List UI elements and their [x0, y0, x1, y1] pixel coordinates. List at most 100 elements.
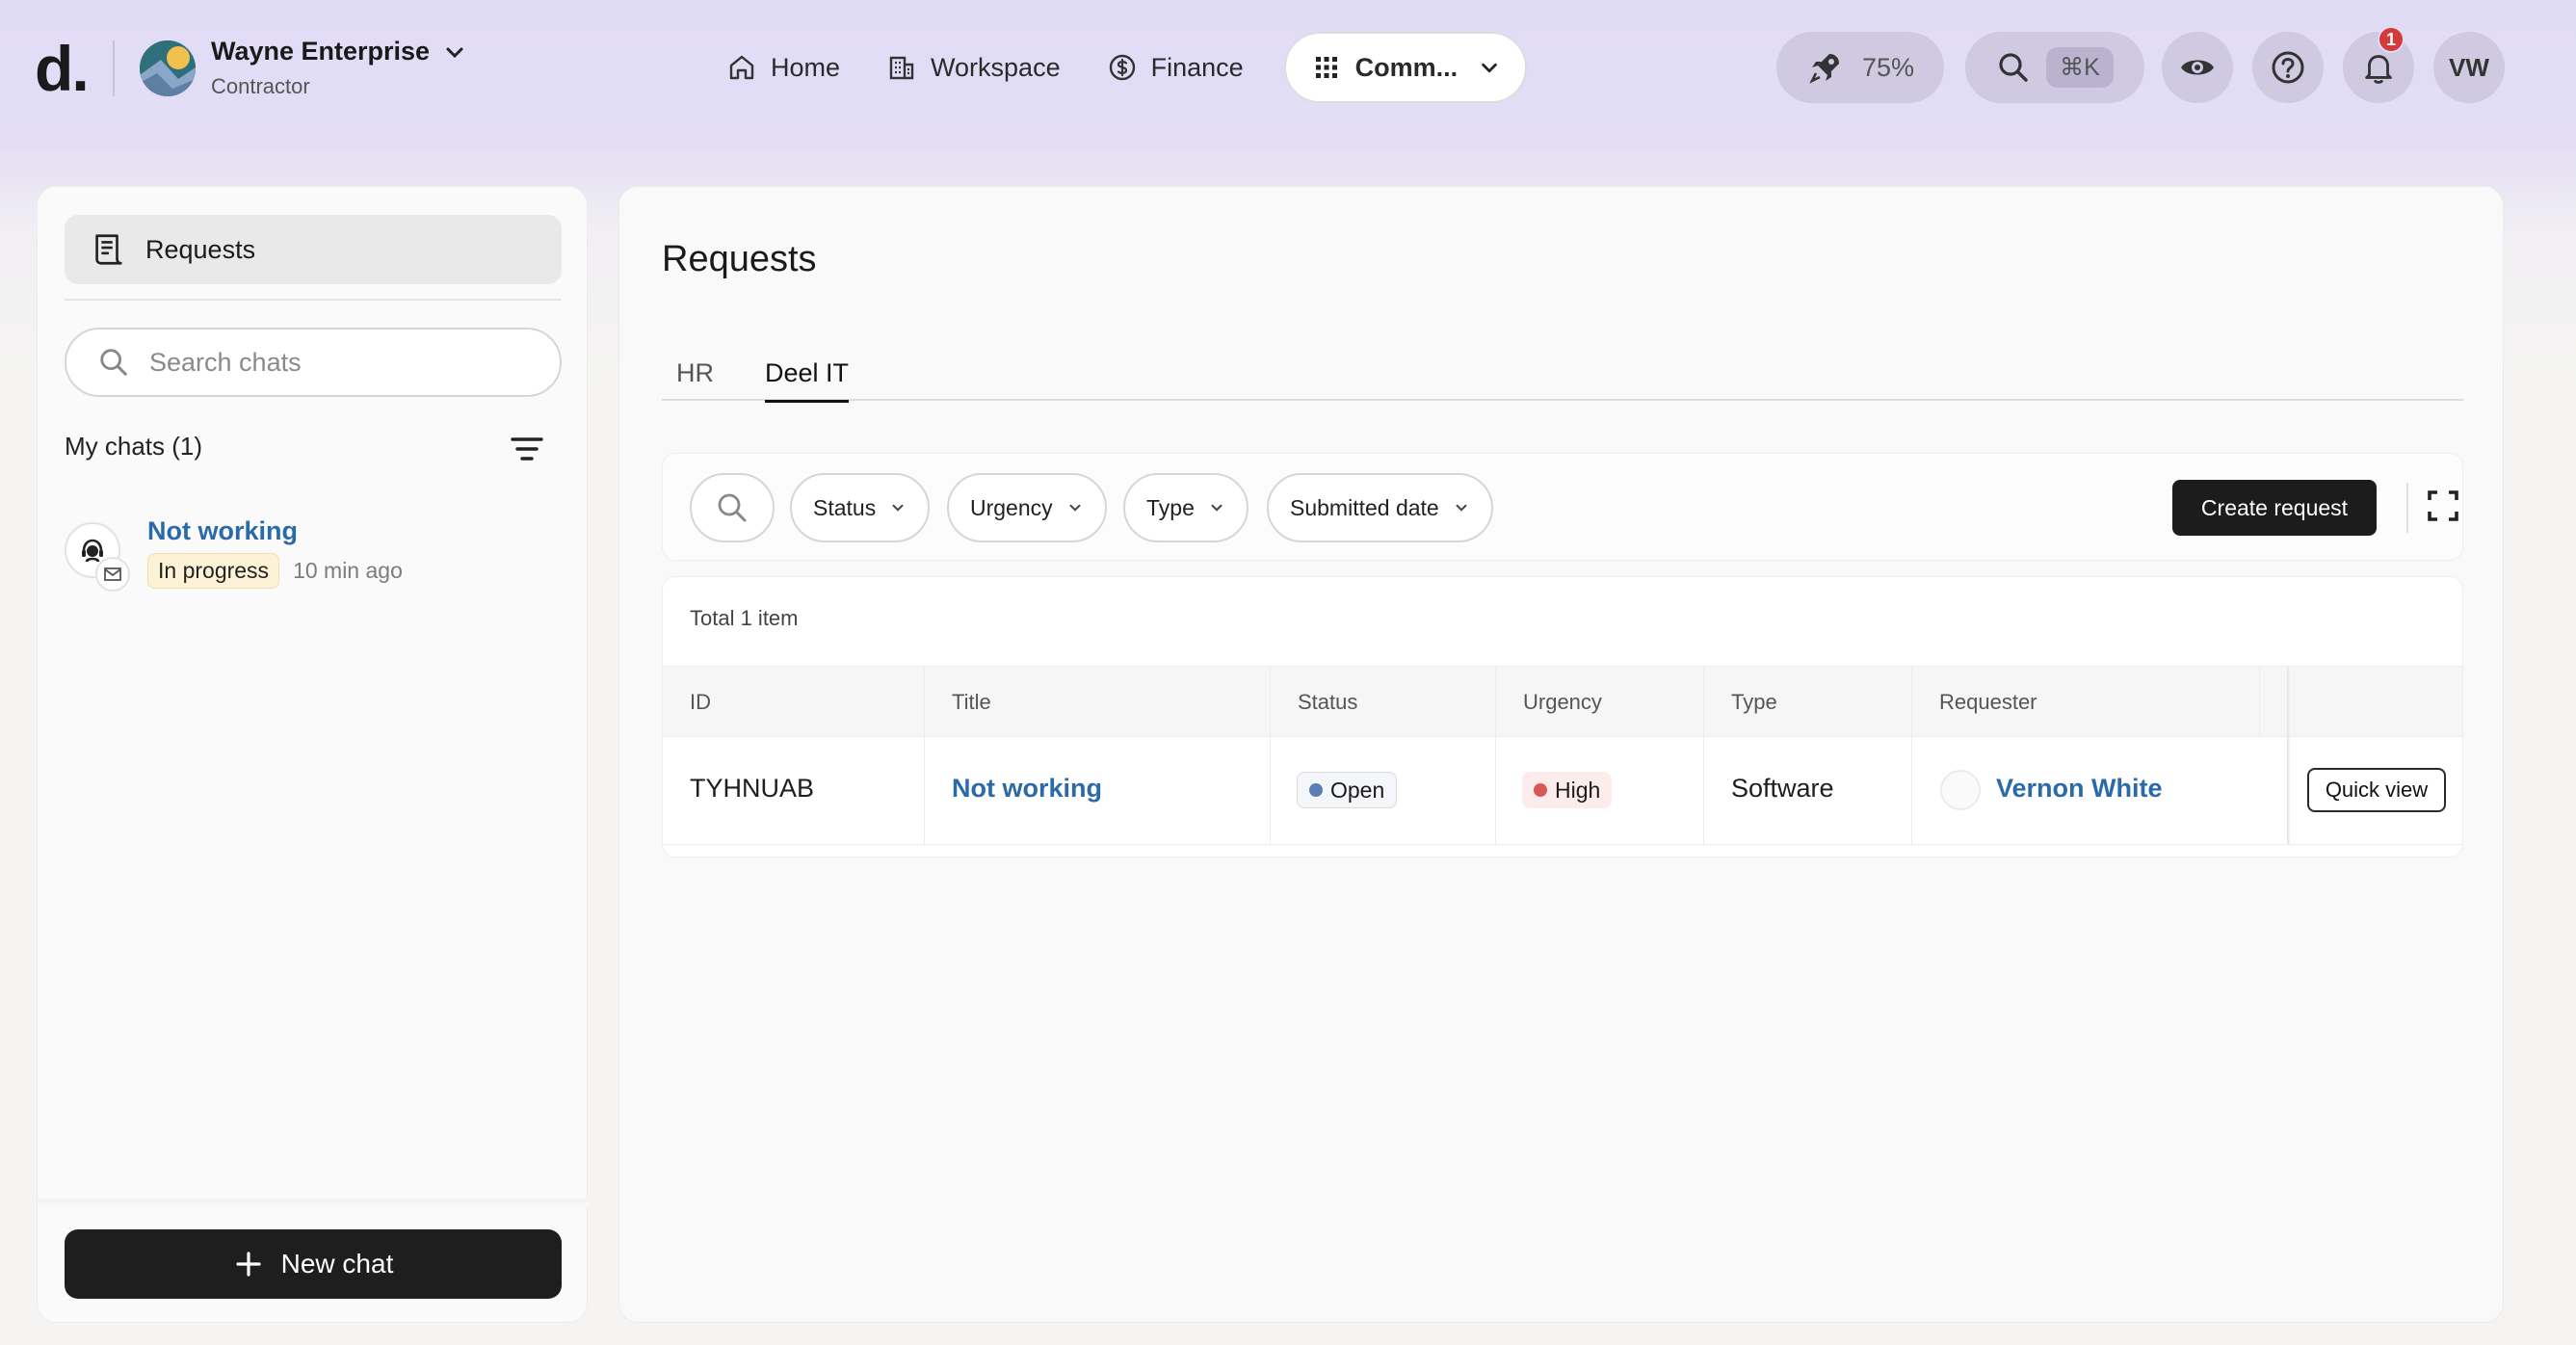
new-chat-button[interactable]: New chat — [65, 1229, 562, 1299]
quick-view-button[interactable]: Quick view — [2307, 768, 2446, 812]
column-header-id[interactable]: ID — [690, 690, 711, 715]
home-icon — [729, 55, 754, 80]
logo-divider — [113, 40, 115, 96]
org-name: Wayne Enterprise — [211, 37, 431, 66]
chat-status-badge: In progress — [147, 553, 280, 589]
help-button[interactable] — [2252, 32, 2324, 103]
search-icon — [718, 493, 747, 522]
column-header-title[interactable]: Title — [952, 690, 991, 715]
nav-finance-label: Finance — [1150, 52, 1244, 82]
chat-search-box[interactable] — [65, 328, 562, 397]
column-header-requester[interactable]: Requester — [1939, 690, 2037, 715]
chevron-down-icon — [1211, 504, 1222, 512]
org-role: Contractor — [211, 74, 310, 98]
notifications-badge: 1 — [2378, 26, 2405, 53]
nav-finance[interactable]: Finance — [1084, 32, 1267, 103]
rocket-icon — [1809, 54, 1839, 84]
onboarding-progress-button[interactable]: 75% — [1776, 32, 1944, 103]
submitted-date-filter-dropdown[interactable]: Submitted date — [1267, 473, 1493, 542]
progress-label: 75% — [1861, 52, 1915, 82]
sidebar-requests-item[interactable]: Requests — [65, 215, 562, 284]
receipt-icon — [95, 234, 122, 265]
requests-main-panel: Requests HR Deel IT Status Urgency Type … — [618, 186, 2504, 1323]
my-chats-label: My chats (1) — [65, 432, 203, 461]
notifications-button[interactable]: 1 — [2343, 26, 2414, 103]
search-shortcut: ⌘K — [2046, 47, 2114, 88]
cell-id: TYHNUAB — [690, 774, 815, 803]
bell-icon — [2365, 55, 2392, 84]
status-filter-dropdown[interactable]: Status — [790, 473, 931, 542]
table-search-button[interactable] — [690, 473, 775, 542]
total-items-label: Total 1 item — [690, 606, 799, 630]
column-header-status[interactable]: Status — [1298, 690, 1357, 715]
tab-hr[interactable]: HR — [676, 358, 714, 400]
table-row[interactable]: TYHNUAB Not working Open High Software V… — [663, 737, 2462, 845]
urgency-badge-label: High — [1555, 777, 1601, 803]
plus-icon — [236, 1252, 261, 1277]
request-tabs: HR Deel IT — [662, 358, 2463, 403]
urgency-filter-dropdown[interactable]: Urgency — [947, 473, 1107, 542]
sidebar-footer-divider — [38, 1199, 589, 1206]
create-request-button[interactable]: Create request — [2172, 480, 2377, 536]
chevron-down-icon — [446, 47, 463, 58]
table-header: ID Title Status Urgency Type Requester — [663, 666, 2462, 737]
urgency-filter-label: Urgency — [970, 494, 1053, 520]
cell-title-link[interactable]: Not working — [952, 774, 1102, 804]
chevron-down-icon — [1456, 504, 1467, 512]
search-icon — [1999, 53, 2028, 82]
sidebar-divider — [65, 299, 562, 301]
requests-sidebar: Requests My chats (1) Not working In pro… — [37, 186, 589, 1323]
chevron-down-icon — [1069, 504, 1081, 512]
nav-home-label: Home — [771, 52, 841, 82]
org-avatar — [140, 40, 196, 96]
type-filter-label: Type — [1146, 494, 1195, 520]
privacy-toggle-button[interactable] — [2162, 32, 2233, 103]
org-switcher[interactable]: Wayne Enterprise Contractor — [140, 37, 466, 99]
mail-icon — [104, 567, 121, 581]
status-dot — [1309, 783, 1323, 797]
tab-deel-it[interactable]: Deel IT — [765, 358, 850, 403]
chat-channel-badge — [95, 557, 130, 592]
chat-search-input[interactable] — [149, 347, 535, 378]
page-title: Requests — [662, 239, 817, 279]
chat-timestamp: 10 min ago — [293, 558, 403, 583]
column-header-urgency[interactable]: Urgency — [1523, 690, 1602, 715]
column-divider — [2259, 666, 2260, 737]
fullscreen-icon[interactable] — [2424, 487, 2462, 525]
chevron-down-icon — [1482, 63, 1497, 73]
chat-title[interactable]: Not working — [147, 516, 298, 546]
toolbar-divider — [2406, 483, 2408, 533]
grid-icon — [1315, 57, 1337, 78]
status-filter-label: Status — [813, 494, 877, 520]
column-header-type[interactable]: Type — [1731, 690, 1777, 715]
nav-community[interactable]: Comm... — [1283, 32, 1528, 103]
nav-workspace-label: Workspace — [931, 52, 1061, 82]
chat-list-item[interactable]: Not working In progress 10 min ago — [65, 514, 562, 601]
sidebar-requests-label: Requests — [145, 234, 256, 264]
requester-avatar — [1940, 770, 1981, 810]
urgency-badge: High — [1522, 772, 1613, 808]
cell-requester-link[interactable]: Vernon White — [1996, 774, 2163, 804]
main-nav: Home Workspace Finance Comm... — [703, 32, 1528, 103]
filter-icon[interactable] — [508, 430, 546, 468]
chevron-down-icon — [892, 504, 904, 512]
type-filter-dropdown[interactable]: Type — [1123, 473, 1249, 542]
eye-icon — [2181, 60, 2214, 75]
dollar-icon — [1109, 54, 1135, 81]
status-badge: Open — [1297, 772, 1398, 808]
building-icon — [889, 56, 914, 80]
requests-table: Total 1 item ID Title Status Urgency Typ… — [662, 576, 2463, 857]
cell-type: Software — [1731, 774, 1834, 803]
search-icon — [100, 349, 127, 376]
user-avatar-button[interactable]: VW — [2433, 32, 2505, 103]
deel-logo[interactable]: d. — [35, 37, 90, 100]
submitted-date-filter-label: Submitted date — [1290, 494, 1439, 520]
global-search-button[interactable]: ⌘K — [1965, 32, 2144, 103]
nav-workspace[interactable]: Workspace — [863, 32, 1084, 103]
filter-toolbar: Status Urgency Type Submitted date Creat… — [662, 453, 2463, 561]
new-chat-label: New chat — [280, 1249, 394, 1279]
nav-community-label: Comm... — [1354, 52, 1459, 82]
urgency-dot — [1534, 783, 1547, 797]
nav-home[interactable]: Home — [703, 32, 863, 103]
help-icon — [2272, 51, 2304, 84]
